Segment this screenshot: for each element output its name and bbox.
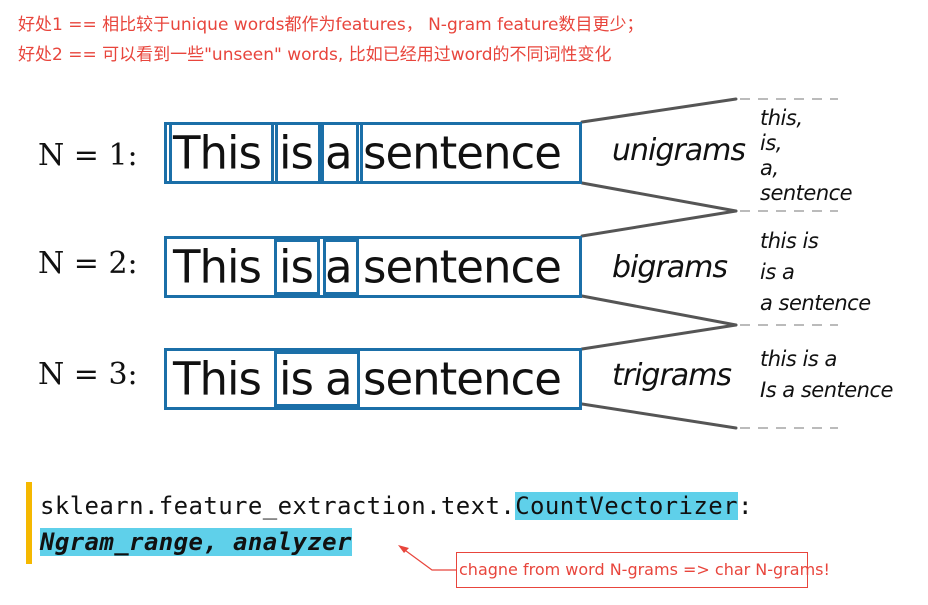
callout-box: chagne from word N-grams => char N-grams…	[456, 552, 830, 588]
callout-arrow	[398, 545, 456, 571]
